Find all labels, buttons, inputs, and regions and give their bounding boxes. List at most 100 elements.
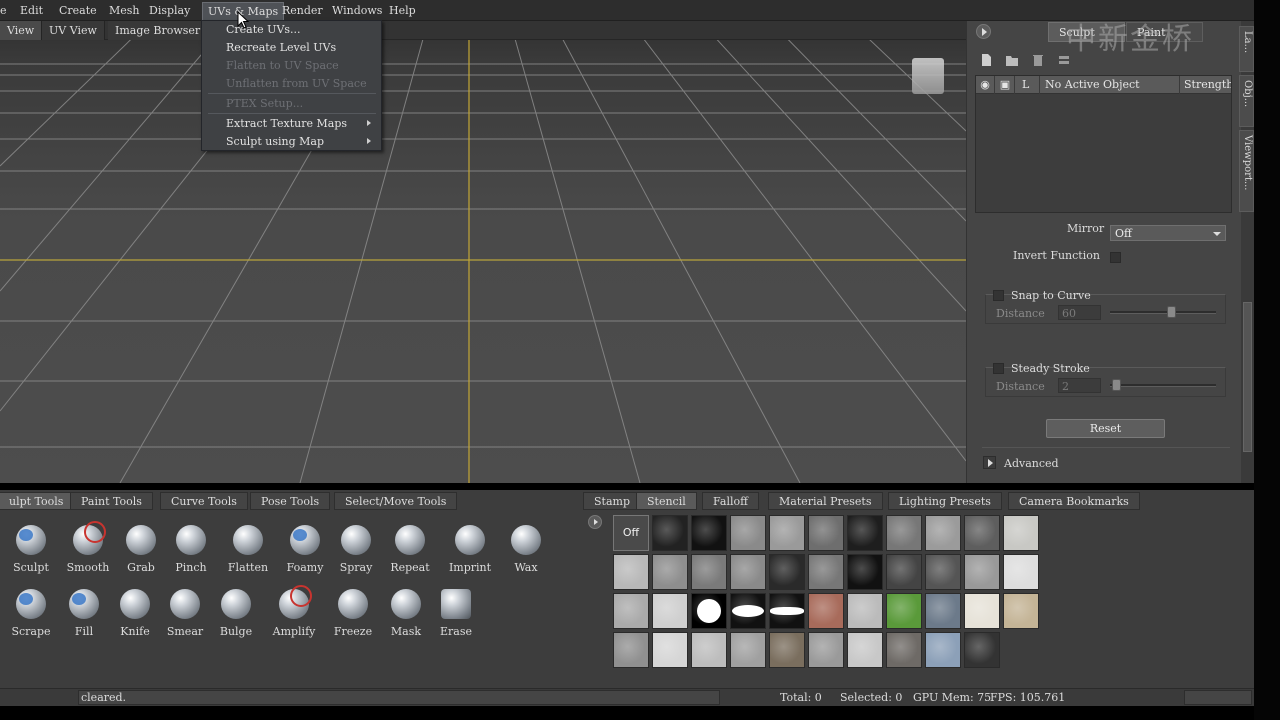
tab-pose-tools[interactable]: Pose Tools <box>250 492 331 510</box>
sculpt-tool[interactable]: Sculpt <box>0 525 63 585</box>
stencil-thumbnail[interactable] <box>925 632 961 668</box>
stencil-thumbnail[interactable] <box>613 593 649 629</box>
stencil-thumbnail[interactable] <box>652 632 688 668</box>
panel-scrollbar[interactable] <box>1241 222 1254 483</box>
stencil-thumbnail[interactable] <box>613 554 649 590</box>
snap-distance-slider[interactable] <box>1110 311 1216 314</box>
merge-layers-icon[interactable] <box>1057 53 1071 67</box>
stencil-thumbnail[interactable] <box>691 515 727 551</box>
stencil-thumbnail[interactable] <box>808 593 844 629</box>
stencil-thumbnail[interactable] <box>886 593 922 629</box>
repeat-tool[interactable]: Repeat <box>378 525 442 585</box>
reset-button[interactable]: Reset <box>1046 419 1165 438</box>
flatten-tool[interactable]: Flatten <box>216 525 280 585</box>
tab-select-move-tools[interactable]: Select/Move Tools <box>334 492 458 510</box>
stencil-thumbnail[interactable] <box>769 515 805 551</box>
tab-stamp[interactable]: Stamp <box>583 492 641 510</box>
menu-windows[interactable]: Windows <box>332 4 382 17</box>
view-cube-icon[interactable] <box>912 58 944 94</box>
lock-icon[interactable]: ▣ <box>996 76 1015 94</box>
stencil-thumbnail[interactable] <box>652 515 688 551</box>
menu-file[interactable]: e <box>0 4 7 17</box>
stencil-thumbnail[interactable] <box>1003 593 1039 629</box>
side-tab-layers[interactable]: La... <box>1239 26 1254 72</box>
advanced-section-label[interactable]: Advanced <box>1004 457 1059 470</box>
steady-distance-slider-handle[interactable] <box>1112 379 1121 391</box>
stencil-thumbnail[interactable] <box>808 515 844 551</box>
3d-viewport[interactable] <box>0 21 966 483</box>
steady-distance-slider[interactable] <box>1110 384 1216 387</box>
steady-distance-field[interactable]: 2 <box>1058 378 1101 393</box>
menu-mesh[interactable]: Mesh <box>109 4 140 17</box>
tab-view[interactable]: View <box>0 21 43 40</box>
menu-create[interactable]: Create <box>59 4 97 17</box>
stencil-thumbnail[interactable] <box>886 515 922 551</box>
stencil-thumbnail[interactable] <box>730 554 766 590</box>
bulge-tool[interactable]: Bulge <box>204 589 268 649</box>
menu-help[interactable]: Help <box>389 4 416 17</box>
scrollbar-thumb[interactable] <box>1243 302 1252 452</box>
snap-distance-field[interactable]: 60 <box>1058 305 1101 320</box>
stencil-thumbnail[interactable] <box>847 593 883 629</box>
side-tab-object-list[interactable]: Obj... <box>1239 75 1254 127</box>
menu-render[interactable]: Render <box>282 4 323 17</box>
tab-falloff[interactable]: Falloff <box>702 492 759 510</box>
erase-tool[interactable]: Erase <box>424 589 488 649</box>
panel-collapse-icon[interactable] <box>976 24 991 39</box>
side-tab-viewport-filters[interactable]: Viewport... <box>1239 130 1254 212</box>
tab-lighting-presets[interactable]: Lighting Presets <box>888 492 1002 510</box>
stencil-thumbnail[interactable] <box>652 554 688 590</box>
stencil-thumbnail[interactable] <box>964 515 1000 551</box>
amplify-tool[interactable]: Amplify <box>262 585 326 649</box>
menu-item-recreate-level-uvs[interactable]: Recreate Level UVs <box>226 41 336 54</box>
folder-icon[interactable] <box>1005 53 1019 67</box>
menu-item-sculpt-using-map[interactable]: Sculpt using Map <box>226 135 324 148</box>
stencil-thumbnail[interactable] <box>1003 515 1039 551</box>
stencil-thumbnail[interactable] <box>886 554 922 590</box>
trash-icon[interactable] <box>1031 53 1045 67</box>
tab-camera-bookmarks[interactable]: Camera Bookmarks <box>1008 492 1140 510</box>
menu-display[interactable]: Display <box>149 4 190 17</box>
stencil-thumbnail[interactable] <box>730 515 766 551</box>
mirror-dropdown[interactable]: Off <box>1110 225 1226 241</box>
tab-paint-tools[interactable]: Paint Tools <box>70 492 153 510</box>
new-layer-icon[interactable] <box>979 53 993 67</box>
tab-material-presets[interactable]: Material Presets <box>768 492 883 510</box>
layer-list[interactable] <box>975 75 1232 213</box>
stencil-thumbnail[interactable] <box>613 632 649 668</box>
stencil-thumbnail[interactable] <box>652 593 688 629</box>
stencil-thumbnail[interactable] <box>769 632 805 668</box>
stencil-thumbnail[interactable] <box>925 554 961 590</box>
tab-sculpt-tools[interactable]: ulpt Tools <box>0 492 75 510</box>
stencil-thumbnail[interactable] <box>691 632 727 668</box>
snap-to-curve-checkbox[interactable] <box>993 290 1004 301</box>
stencil-thumbnail[interactable] <box>964 554 1000 590</box>
tab-curve-tools[interactable]: Curve Tools <box>160 492 248 510</box>
stencil-thumbnail[interactable] <box>847 515 883 551</box>
invert-function-checkbox[interactable] <box>1110 252 1121 263</box>
menu-item-extract-texture-maps[interactable]: Extract Texture Maps <box>226 117 347 130</box>
expand-arrow-icon[interactable] <box>983 456 996 469</box>
stencil-thumbnail[interactable] <box>1003 554 1039 590</box>
stencil-off[interactable]: Off <box>613 515 649 551</box>
stencil-thumbnail[interactable] <box>730 632 766 668</box>
tab-image-browser[interactable]: Image Browser <box>108 21 209 40</box>
wax-tool[interactable]: Wax <box>494 525 558 585</box>
menu-edit[interactable]: Edit <box>20 4 43 17</box>
snap-distance-slider-handle[interactable] <box>1167 306 1176 318</box>
stencil-thumbnail[interactable] <box>964 593 1000 629</box>
imprint-tool[interactable]: Imprint <box>438 525 502 585</box>
stencil-thumbnail[interactable] <box>964 632 1000 668</box>
stencil-thumbnail[interactable] <box>847 632 883 668</box>
stencil-thumbnail[interactable] <box>769 554 805 590</box>
stencil-thumbnail[interactable] <box>808 554 844 590</box>
pinch-tool[interactable]: Pinch <box>159 525 223 585</box>
stencil-thumbnail[interactable] <box>691 554 727 590</box>
tab-uv-view[interactable]: UV View <box>42 21 105 40</box>
tab-stencil[interactable]: Stencil <box>636 492 697 510</box>
stencil-thumbnail[interactable] <box>925 515 961 551</box>
stencil-thumbnail[interactable] <box>808 632 844 668</box>
stencil-thumbnail[interactable] <box>886 632 922 668</box>
stencil-thumbnail[interactable] <box>847 554 883 590</box>
eye-icon[interactable]: ◉ <box>976 76 995 94</box>
